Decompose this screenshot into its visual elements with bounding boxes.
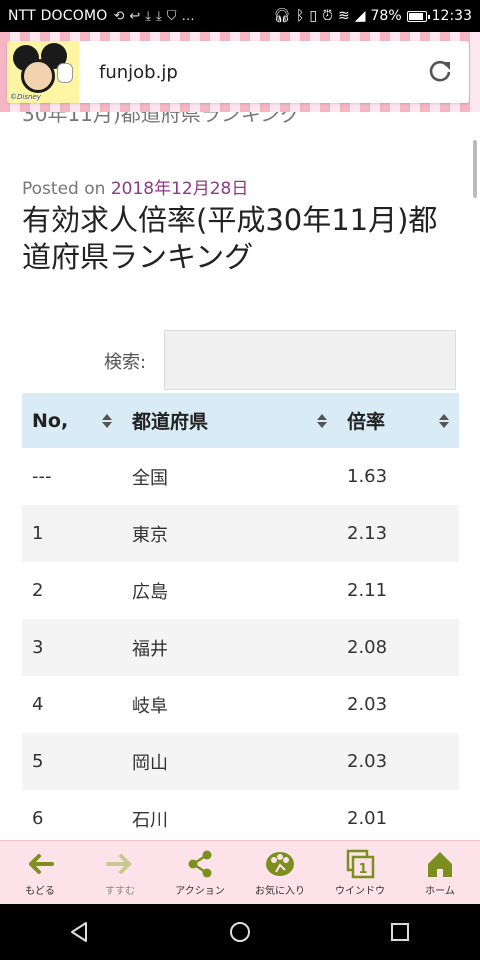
nav-back-icon[interactable] [68,920,92,944]
reload-icon[interactable] [427,59,453,85]
column-header-no[interactable]: No, [22,393,122,448]
table-row: --- 全国 1.63 [22,448,459,505]
nav-home-icon[interactable] [228,920,252,944]
forward-label: すすむ [105,886,135,897]
battery-percent: 78% [370,8,402,24]
more-icon: … [181,8,195,24]
system-nav-bar [0,904,480,960]
ratio-cell: 1.63 [347,466,388,487]
breadcrumb: 30年11月)都道府県ランキング [22,112,301,126]
shield-icon: ⛉ [166,8,177,24]
rank-cell: 6 [32,808,44,829]
sync-icon: ⟲ [113,8,125,24]
action-button[interactable]: アクション [160,841,240,904]
posted-date-link[interactable]: 2018年12月28日 [111,179,249,199]
sort-icon[interactable] [317,413,327,428]
table-row: 2 広島 2.11 [22,562,459,619]
prefecture-cell: 岐阜 [132,695,168,717]
rank-cell: 5 [22,733,122,790]
window-count: 1 [358,862,367,877]
back-arrow-icon [29,854,54,874]
favorites-button[interactable]: お気に入り [240,841,320,904]
notification-icons: ⟲ ↩ ⤓ ⤓ ⛉ … [113,9,194,24]
reply-icon: ↩ [129,8,141,24]
back-label: もどる [25,886,55,897]
back-button[interactable]: もどる [0,841,80,904]
alarm-icon: ⏰︎ [322,8,333,24]
window-icon: 1 [346,849,375,879]
bluetooth-icon: ᛒ [295,8,305,24]
signal-icon: ◢ [354,8,366,24]
prefecture-cell: 東京 [122,505,337,562]
ratio-cell: 2.11 [347,580,388,601]
address-bar[interactable]: ©Disney funjob.jp [7,41,469,103]
wifi-icon: ≋ [338,8,350,24]
search-label: 検索: [104,352,147,373]
table-header-row: No, 都道府県 倍率 [22,393,459,448]
home-button[interactable]: ホーム [400,841,480,904]
sort-icon[interactable] [102,413,112,428]
ratio-cell: 2.08 [337,619,459,676]
ratio-cell: 2.03 [347,694,388,715]
clock: 12:33 [431,8,472,24]
prefecture-cell: 石川 [132,809,168,831]
carrier-name: NTT DOCOMO [8,8,108,24]
browser-toolbar: ©Disney funjob.jp [0,32,480,112]
window-label: ウインドウ [335,886,385,897]
post-meta: Posted on 2018年12月28日 [22,174,248,199]
scrollbar[interactable] [473,140,477,198]
posted-prefix: Posted on [22,179,106,199]
table-row: 5 岡山 2.03 [22,733,459,790]
table-row: 4 岐阜 2.03 [22,676,459,733]
sort-icon[interactable] [439,413,449,428]
search-input[interactable] [164,330,456,390]
home-icon [428,852,452,877]
action-label: アクション [175,886,225,897]
prefecture-cell: 広島 [132,581,168,603]
download-icon: ⤓ [156,8,162,24]
rank-cell: 1 [22,505,122,562]
nav-recents-icon[interactable] [388,920,412,944]
prefecture-cell: 全国 [132,467,168,489]
prefecture-cell: 福井 [122,619,337,676]
browser-bottom-toolbar: もどる すすむ アクション お気に入り 1 ウインドウ ホーム [0,840,480,904]
download-icon: ⤓ [145,8,152,24]
table-row: 6 石川 2.01 [22,790,459,840]
share-icon [188,850,212,878]
battery-icon [406,10,430,22]
column-header-prefecture[interactable]: 都道府県 [122,393,337,448]
vibrate-icon: ▯ [309,8,318,24]
table-row: 1 東京 2.13 [22,505,459,562]
site-logo-icon: ©Disney [7,41,79,103]
rank-cell: --- [32,466,52,487]
logo-mark: ©Disney [10,93,41,101]
headphones-icon: 🎧︎ [273,8,291,24]
window-button[interactable]: 1 ウインドウ [320,841,400,904]
column-header-ratio[interactable]: 倍率 [337,393,459,448]
forward-arrow-icon [106,854,131,874]
rank-cell: 3 [22,619,122,676]
table-row: 3 福井 2.08 [22,619,459,676]
page-title: 有効求人倍率(平成30年11月)都道府県ランキング [22,203,438,274]
status-bar: NTT DOCOMO ⟲ ↩ ⤓ ⤓ ⛉ … 🎧︎ ᛒ ▯ ⏰︎ ≋ ◢ 78%… [0,0,480,32]
ratio-cell: 2.01 [347,808,388,829]
forward-button[interactable]: すすむ [80,841,160,904]
ratio-cell: 2.13 [337,505,459,562]
rank-cell: 2 [32,580,44,601]
ranking-table: No, 都道府県 倍率 --- 全国 1.63 1 東京 2.13 2 広島 2… [22,393,459,840]
rank-cell: 4 [32,694,44,715]
prefecture-cell: 岡山 [122,733,337,790]
favorites-label: お気に入り [255,886,305,897]
page-content: 30年11月)都道府県ランキング Posted on 2018年12月28日 有… [0,112,480,840]
system-status: 🎧︎ ᛒ ▯ ⏰︎ ≋ ◢ 78% 12:33 [273,8,472,24]
url-domain[interactable]: funjob.jp [99,62,178,83]
favorites-icon [266,852,294,876]
ratio-cell: 2.03 [337,733,459,790]
home-label: ホーム [425,886,455,897]
